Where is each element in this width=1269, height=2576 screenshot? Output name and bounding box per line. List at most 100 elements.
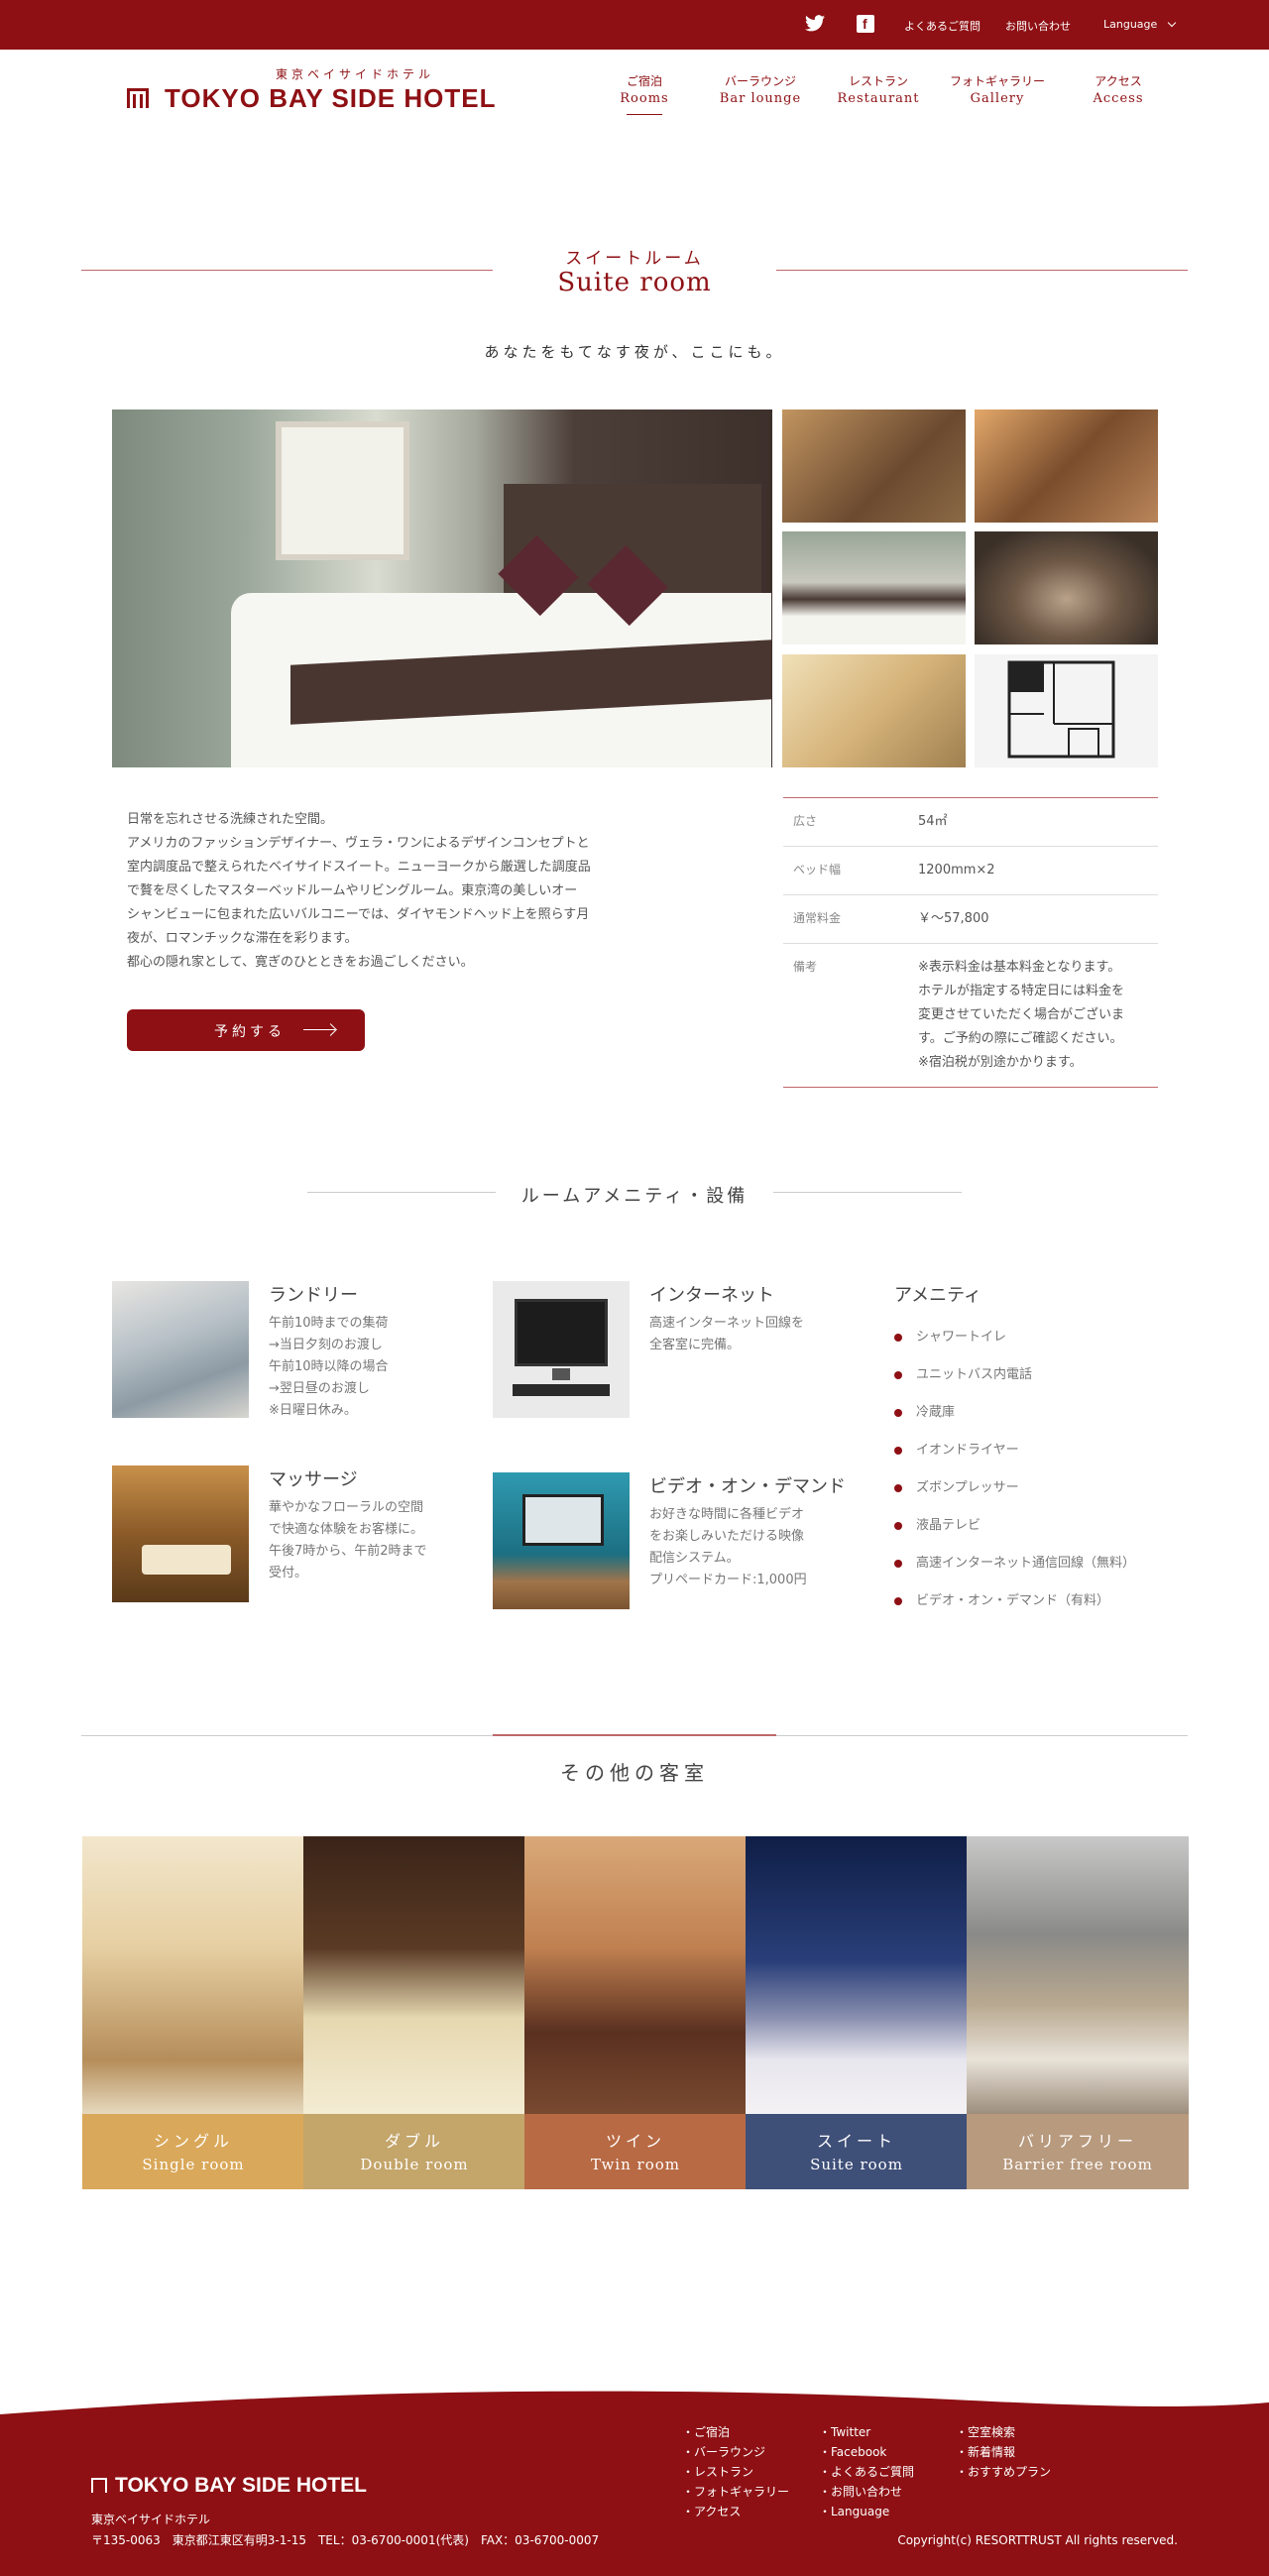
description-line: 室内調度品で整えられたベイサイドスイート。ニューヨークから厳選した調度品 xyxy=(127,860,591,875)
amenity-title: マッサージ xyxy=(269,1469,358,1490)
room-photo xyxy=(303,1836,525,2116)
footer-logo[interactable]: TOKYO BAY SIDE HOTEL xyxy=(91,2474,367,2498)
footer-link[interactable]: ・アクセス xyxy=(682,2502,789,2521)
divider-accent xyxy=(493,1734,776,1736)
nav-label-jp: アクセス xyxy=(1095,74,1142,88)
gallery-thumb[interactable] xyxy=(975,531,1158,644)
logo-mark-icon xyxy=(91,2478,107,2493)
nav-label-jp: ご宿泊 xyxy=(626,74,662,88)
footer-link[interactable]: ・よくあるご質問 xyxy=(819,2462,914,2482)
facebook-icon[interactable]: f xyxy=(857,15,874,33)
nav-label-jp: フォトギャラリー xyxy=(949,74,1045,88)
nav-access[interactable]: アクセス Access xyxy=(1069,73,1168,107)
site-header: 東京ベイサイドホテル TOKYO BAY SIDE HOTEL ご宿泊 Room… xyxy=(0,50,1269,129)
list-item: 液晶テレビ xyxy=(894,1507,1135,1545)
room-name-en: Twin room xyxy=(591,2156,680,2173)
amenity-line: 午前10時以降の場合 xyxy=(269,1359,389,1374)
room-photo xyxy=(524,1836,747,2116)
footer-link[interactable]: ・Twitter xyxy=(819,2422,914,2442)
room-label-band: ダブル Double room xyxy=(303,2114,525,2189)
spec-note: ※表示料金は基本料金となります。 xyxy=(918,960,1121,975)
room-card-suite[interactable]: スイート Suite room xyxy=(746,1836,968,2189)
floor-plan-thumb[interactable] xyxy=(975,654,1158,767)
spec-row: 備考 ※表示料金は基本料金となります。 ホテルが指定する特定日には料金を 変更さ… xyxy=(783,944,1158,1087)
room-card-double[interactable]: ダブル Double room xyxy=(303,1836,525,2189)
amenity-line: 全客室に完備。 xyxy=(649,1338,741,1352)
list-item: ズボンプレッサー xyxy=(894,1469,1135,1507)
amenity-line: で快適な体験をお客様に。 xyxy=(269,1522,424,1537)
amenity-text: お好きな時間に各種ビデオ をお楽しみいただける映像 配信システム。 プリペードカ… xyxy=(649,1504,838,1591)
amenity-line: 午前10時までの集荷 xyxy=(269,1316,389,1331)
footer-link[interactable]: ・バーラウンジ xyxy=(682,2442,789,2462)
nav-label-jp: バーラウンジ xyxy=(724,74,796,88)
amenity-line: 高速インターネット回線を xyxy=(649,1316,805,1331)
nav-label-en: Restaurant xyxy=(837,91,920,106)
footer-link[interactable]: ・フォトギャラリー xyxy=(682,2482,789,2502)
room-label-band: スイート Suite room xyxy=(746,2114,968,2189)
contact-link[interactable]: お問い合わせ xyxy=(1005,18,1071,34)
room-label-band: ツイン Twin room xyxy=(524,2114,747,2189)
room-photo xyxy=(746,1836,968,2116)
footer-link[interactable]: ・お問い合わせ xyxy=(819,2482,914,2502)
spec-key: 通常料金 xyxy=(793,911,842,925)
logo[interactable]: TOKYO BAY SIDE HOTEL xyxy=(127,83,496,114)
room-card-twin[interactable]: ツイン Twin room xyxy=(524,1836,747,2189)
footer-link[interactable]: ・Language xyxy=(819,2502,914,2521)
footer-link[interactable]: ・おすすめプラン xyxy=(956,2462,1051,2482)
nav-label-en: Access xyxy=(1093,91,1144,106)
top-bar: f よくあるご質問 お問い合わせ Language xyxy=(0,0,1269,50)
footer-link[interactable]: ・新着情報 xyxy=(956,2442,1051,2462)
amenity-line: →翌日昼のお渡し xyxy=(269,1381,370,1396)
nav-bar-lounge[interactable]: バーラウンジ Bar lounge xyxy=(706,73,815,107)
footer-link[interactable]: ・レストラン xyxy=(682,2462,789,2482)
footer-link[interactable]: ・ご宿泊 xyxy=(682,2422,789,2442)
footer-link[interactable]: ・Facebook xyxy=(819,2442,914,2462)
spec-note: す。ご予約の際にご確認ください。 xyxy=(918,1031,1123,1046)
nav-rooms[interactable]: ご宿泊 Rooms xyxy=(605,73,684,115)
spec-value: 1200mm×2 xyxy=(918,863,995,878)
footer-hotel-name: 東京ベイサイドホテル xyxy=(91,2513,211,2526)
spec-row: ベッド幅 1200mm×2 xyxy=(783,847,1158,895)
spec-value: ※表示料金は基本料金となります。 ホテルが指定する特定日には料金を 変更させてい… xyxy=(918,944,1158,1087)
amenity-line: 受付。 xyxy=(269,1566,308,1581)
nav-gallery[interactable]: フォトギャラリー Gallery xyxy=(938,73,1057,107)
main-room-photo xyxy=(112,410,772,767)
spec-value: ￥～57,800 xyxy=(918,911,989,926)
spec-row: 通常料金 ￥～57,800 xyxy=(783,895,1158,944)
tv-photo xyxy=(493,1472,630,1609)
description-line: 都心の隠れ家として、寛ぎのひとときをお過ごしください。 xyxy=(127,955,474,970)
room-name-jp: ツイン xyxy=(605,2132,665,2151)
footer-links-col2: ・Twitter ・Facebook ・よくあるご質問 ・お問い合わせ ・Lan… xyxy=(819,2422,914,2521)
language-select[interactable]: Language xyxy=(1103,18,1177,31)
spec-row: 広さ 54㎡ xyxy=(783,798,1158,847)
amenity-line: 配信システム。 xyxy=(649,1551,740,1566)
room-card-barrier-free[interactable]: バリアフリー Barrier free room xyxy=(967,1836,1189,2189)
list-item: 高速インターネット通信回線（無料） xyxy=(894,1545,1135,1582)
gallery-thumb[interactable] xyxy=(782,531,966,644)
reserve-label: 予約する xyxy=(214,1024,286,1040)
internet-photo xyxy=(493,1281,630,1418)
gallery-thumb[interactable] xyxy=(782,654,966,767)
amenity-list: アメニティ シャワートイレ ユニットバス内電話 冷蔵庫 イオンドライヤー ズボン… xyxy=(894,1281,1135,1620)
room-card-single[interactable]: シングル Single room xyxy=(82,1836,304,2189)
gallery-thumb[interactable] xyxy=(975,410,1158,523)
amenity-title: インターネット xyxy=(649,1285,774,1306)
nav-label-en: Gallery xyxy=(970,91,1025,106)
room-label-band: シングル Single room xyxy=(82,2114,304,2189)
gallery-thumb[interactable] xyxy=(782,410,966,523)
description-line: で贅を尽くしたマスターベッドルームやリビングルーム。東京湾の美しいオー xyxy=(127,883,578,898)
section-title-jp: スイートルーム xyxy=(565,249,704,269)
room-name-en: Barrier free room xyxy=(1002,2156,1153,2173)
faq-link[interactable]: よくあるご質問 xyxy=(904,18,981,34)
nav-restaurant[interactable]: レストラン Restaurant xyxy=(829,73,928,107)
reserve-button[interactable]: 予約する xyxy=(127,1009,365,1051)
amenity-line: →当日夕刻のお渡し xyxy=(269,1338,383,1352)
list-item: ビデオ・オン・デマンド（有料） xyxy=(894,1582,1135,1620)
footer-link[interactable]: ・空室検索 xyxy=(956,2422,1051,2442)
room-name-jp: バリアフリー xyxy=(1017,2132,1137,2151)
spec-key: 備考 xyxy=(793,960,818,974)
twitter-icon[interactable] xyxy=(805,15,825,32)
room-name-en: Suite room xyxy=(810,2156,903,2173)
room-spec-table: 広さ 54㎡ ベッド幅 1200mm×2 通常料金 ￥～57,800 備考 ※表… xyxy=(783,797,1158,1088)
room-photo xyxy=(967,1836,1189,2116)
